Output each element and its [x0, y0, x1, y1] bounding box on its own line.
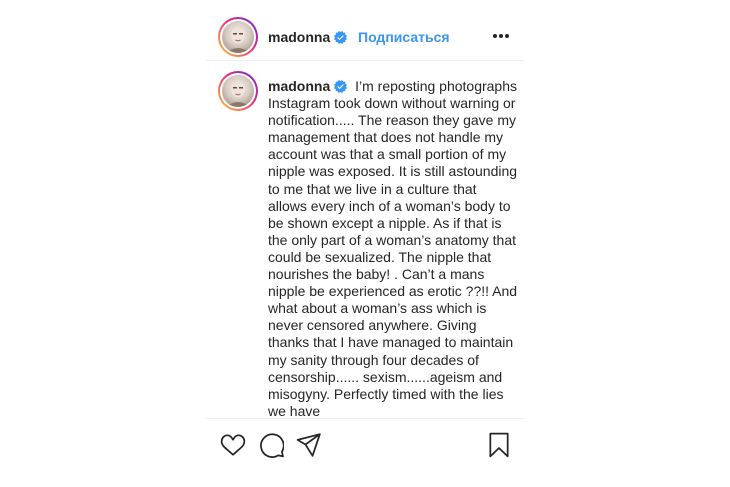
- header-divider: [206, 60, 524, 61]
- verified-badge-icon: [334, 31, 348, 44]
- caption-text: I’m reposting photographs Instagram took…: [268, 78, 518, 417]
- caption-comment: madonna I’m reposting photographs Instag…: [206, 71, 524, 417]
- action-bar: [206, 428, 524, 464]
- comment-username[interactable]: madonna: [268, 78, 348, 94]
- bookmark-icon[interactable]: [486, 432, 512, 458]
- comment-icon[interactable]: [258, 432, 284, 458]
- header-username[interactable]: madonna: [268, 29, 348, 45]
- profile-photo: [222, 21, 254, 53]
- caption-text-block: madonna I’m reposting photographs Instag…: [268, 78, 518, 417]
- actions-divider: [206, 418, 524, 419]
- heart-icon[interactable]: [220, 432, 246, 458]
- follow-button[interactable]: Подписаться: [358, 29, 450, 45]
- comment-avatar[interactable]: [218, 71, 258, 111]
- verified-badge-icon: [334, 80, 348, 93]
- post-header: madonna Подписаться: [206, 17, 524, 59]
- instagram-post: madonna Подписаться madonna I’m repostin…: [206, 0, 524, 487]
- share-icon[interactable]: [296, 432, 322, 458]
- avatar[interactable]: [218, 17, 258, 57]
- comment-profile-photo: [222, 75, 254, 107]
- more-options-icon[interactable]: [492, 33, 510, 39]
